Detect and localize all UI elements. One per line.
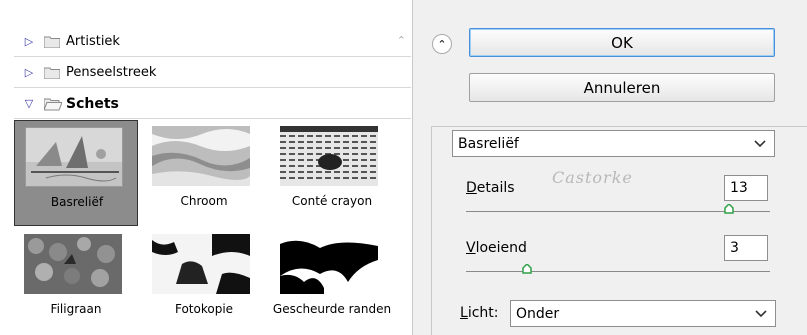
thumbnail-label: Basreliëf: [50, 195, 104, 209]
thumbnail-gescheurde-randen[interactable]: Gescheurde randen: [270, 228, 394, 334]
filter-gallery-panel: ▷ Artistiek ⌃ ▷ Penseelstreek ▽ Schets B…: [0, 0, 413, 335]
scroll-up-icon[interactable]: ⌃: [397, 34, 406, 47]
details-slider-handle[interactable]: [724, 202, 735, 214]
expand-triangle-icon: ▷: [24, 35, 34, 48]
filter-select-value: Basreliëf: [458, 135, 519, 152]
thumbnail-image: [280, 234, 378, 294]
light-select-value: Onder: [516, 305, 560, 322]
open-folder-icon: [43, 98, 63, 110]
category-label: Penseelstreek: [66, 65, 157, 80]
category-label: Schets: [66, 95, 119, 112]
chevron-down-icon: [755, 301, 767, 326]
thumbnail-image: [152, 234, 250, 294]
thumbnail-image: [24, 234, 122, 294]
light-select[interactable]: Onder: [510, 300, 776, 327]
thumbnail-basrelief[interactable]: Basreliëf: [14, 120, 138, 226]
filter-select[interactable]: Basreliëf: [452, 130, 775, 157]
thumbnail-image: [280, 126, 378, 186]
thumbnail-filigraan[interactable]: Filigraan: [14, 228, 138, 334]
thumbnail-label: Fotokopie: [174, 302, 234, 316]
category-label: Artistiek: [66, 34, 120, 49]
light-label: Licht:: [460, 305, 499, 321]
smoothness-slider-track[interactable]: [466, 271, 770, 272]
thumbnail-label: Conté crayon: [291, 194, 373, 208]
thumbnail-conte-crayon[interactable]: Conté crayon: [270, 120, 394, 226]
category-penseelstreek[interactable]: ▷ Penseelstreek: [14, 58, 411, 88]
thumbnail-image: [152, 126, 250, 186]
thumbnail-label: Chroom: [180, 194, 228, 208]
thumbnail-image: [25, 127, 123, 187]
collapse-gallery-button[interactable]: ⌃: [432, 34, 452, 54]
watermark-text: Castorke: [552, 168, 633, 187]
double-chevron-up-icon: ⌃: [437, 37, 447, 51]
folder-icon: [43, 36, 61, 48]
smoothness-slider-handle[interactable]: [522, 262, 532, 274]
thumbnail-label: Gescheurde randen: [272, 302, 392, 316]
details-label: Details: [466, 180, 515, 196]
smoothness-label: Vloeiend: [466, 240, 527, 256]
category-schets[interactable]: ▽ Schets: [14, 89, 411, 119]
category-artistiek[interactable]: ▷ Artistiek: [14, 27, 411, 57]
thumbnail-fotokopie[interactable]: Fotokopie: [142, 228, 266, 334]
expand-triangle-icon: ▷: [24, 66, 34, 79]
thumbnail-grid: Basreliëf Chroom Conté crayon Filigraan …: [14, 116, 394, 335]
smoothness-input[interactable]: 3: [724, 235, 768, 261]
thumbnail-chroom[interactable]: Chroom: [142, 120, 266, 226]
details-input[interactable]: 13: [724, 175, 768, 201]
thumbnail-label: Filigraan: [50, 302, 102, 316]
ok-button[interactable]: OK: [469, 28, 775, 57]
collapse-triangle-icon: ▽: [24, 97, 34, 110]
cancel-button[interactable]: Annuleren: [469, 73, 775, 102]
chevron-down-icon: [754, 131, 766, 156]
folder-icon: [43, 67, 61, 79]
